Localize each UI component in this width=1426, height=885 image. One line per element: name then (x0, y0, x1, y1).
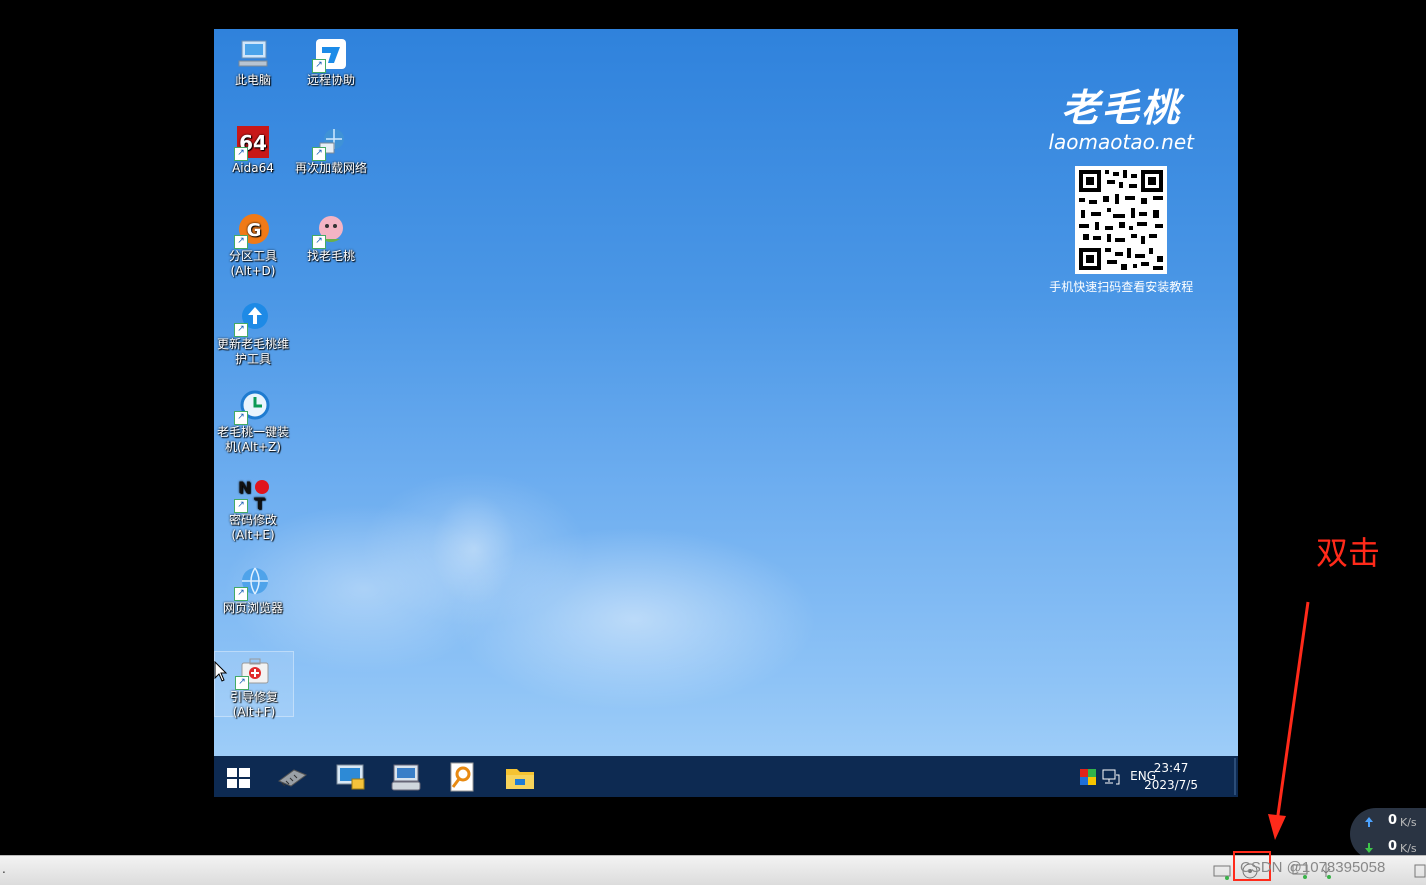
download-arrow-icon (1365, 843, 1373, 853)
brand-logo-text: 老毛桃 (1061, 85, 1182, 130)
partition-tool-icon: G ↗ (234, 213, 270, 249)
svg-text:N: N (238, 478, 251, 497)
host-status-bar: . (0, 855, 1426, 885)
svg-text:T: T (254, 494, 265, 511)
tray-overflow-icon[interactable] (1414, 861, 1426, 881)
network-speed-widget[interactable]: 0 K/s 0 K/s (1350, 808, 1426, 860)
find-laomaotao-icon: ↗ (312, 213, 348, 249)
taskbar-file-explorer[interactable] (504, 761, 536, 793)
download-speed: 0 (1388, 839, 1398, 854)
annotation-label: 双击 (1316, 534, 1381, 572)
boot-repair-icon: ↗ (235, 654, 271, 690)
tray-clock[interactable]: 23:47 2023/7/5 (1144, 760, 1198, 794)
keyboard-icon (391, 764, 421, 791)
tray-date: 2023/7/5 (1144, 778, 1198, 792)
desktop-icon-find-laomaotao[interactable]: ↗ 找老毛桃 (292, 211, 370, 264)
web-browser-icon: ↗ (234, 565, 270, 601)
password-change-icon: NT ↗ (234, 477, 270, 513)
tray-time: 23:47 (1153, 761, 1189, 775)
download-unit: K/s (1400, 842, 1417, 855)
desktop-icon-label: 老毛桃一键装 机(Alt+Z) (216, 425, 289, 454)
desktop-icon-label: Aida64 (232, 161, 274, 175)
taskbar-memory-tool[interactable] (276, 761, 308, 793)
file-explorer-icon (506, 769, 534, 789)
desktop-icon-label: 此电脑 (234, 73, 271, 87)
remote-assist-icon: ↗ (312, 37, 348, 73)
tray-network-icon[interactable] (1102, 769, 1120, 785)
update-tool-icon: ↗ (234, 301, 270, 337)
desktop-icon-label: 更新老毛桃维 护工具 (216, 337, 289, 366)
desktop-icon-label: 密码修改 (Alt+E) (228, 513, 277, 542)
brand-block: 老毛桃 laomaotao.net 手机快速扫码查看安装教程 (1048, 77, 1194, 295)
qr-caption: 手机快速扫码查看安装教程 (1049, 280, 1194, 294)
desktop-icon-label: 引导修复 (Alt+F) (229, 690, 278, 719)
vm-desktop: 此电脑 ↗ 远程协助 64 ↗ Aida64 ↗ 再次加载网络 G ↗ 分区工具… (214, 29, 1238, 797)
upload-speed: 0 (1388, 813, 1398, 828)
qr-code-icon (1075, 166, 1168, 274)
desktop-icon-label: 再次加载网络 (294, 161, 367, 175)
desktop-icon-one-click-install[interactable]: ↗ 老毛桃一键装 机(Alt+Z) (214, 387, 292, 455)
upload-arrow-icon (1365, 817, 1373, 827)
taskbar: ENG 23:47 2023/7/5 (214, 756, 1238, 797)
show-desktop-button[interactable] (1234, 758, 1236, 795)
taskbar-monitor-tool[interactable] (334, 761, 366, 793)
one-click-install-icon: ↗ (234, 389, 270, 425)
desktop-icon-label: 网页浏览器 (222, 601, 283, 615)
taskbar-keyboard-tool[interactable] (390, 761, 422, 793)
mouse-cursor-icon (214, 661, 228, 682)
status-dot: . (2, 862, 6, 876)
desktop-icon-aida64[interactable]: 64 ↗ Aida64 (214, 123, 292, 176)
desktop-icon-label: 远程协助 (306, 73, 355, 87)
desktop-icon-web-browser[interactable]: ↗ 网页浏览器 (214, 563, 292, 616)
svg-text:G: G (247, 220, 262, 241)
taskbar-search-disk-tool[interactable] (446, 761, 478, 793)
desktop-icon-label: 分区工具 (Alt+D) (228, 249, 277, 278)
memory-chip-icon (277, 769, 308, 787)
search-disk-icon (450, 762, 474, 792)
monitor-tool-icon (336, 764, 365, 790)
desktop-icon-password-change[interactable]: NT ↗ 密码修改 (Alt+E) (214, 475, 292, 543)
tray-color-icon[interactable] (1080, 769, 1096, 785)
desktop-icon-remote-assist[interactable]: ↗ 远程协助 (292, 35, 370, 88)
windows-start-icon (227, 768, 250, 788)
start-button[interactable] (222, 761, 254, 793)
desktop-icon-this-pc[interactable]: 此电脑 (214, 35, 292, 88)
desktop-icon-network-reload[interactable]: ↗ 再次加载网络 (292, 123, 370, 176)
network-reload-icon: ↗ (312, 125, 348, 161)
brand-url: laomaotao.net (1048, 130, 1194, 154)
computer-icon (236, 37, 270, 71)
desktop-icon-partition-tool[interactable]: G ↗ 分区工具 (Alt+D) (214, 211, 292, 279)
desktop-icon-update-tool[interactable]: ↗ 更新老毛桃维 护工具 (214, 299, 292, 367)
watermark: CSDN @1078395058 (1240, 859, 1386, 876)
annotation-arrow (1268, 601, 1310, 840)
aida64-icon: 64 ↗ (234, 125, 270, 161)
desktop-icon-label: 找老毛桃 (306, 249, 355, 263)
hard-disk-icon[interactable] (1212, 861, 1232, 881)
upload-unit: K/s (1400, 816, 1417, 829)
